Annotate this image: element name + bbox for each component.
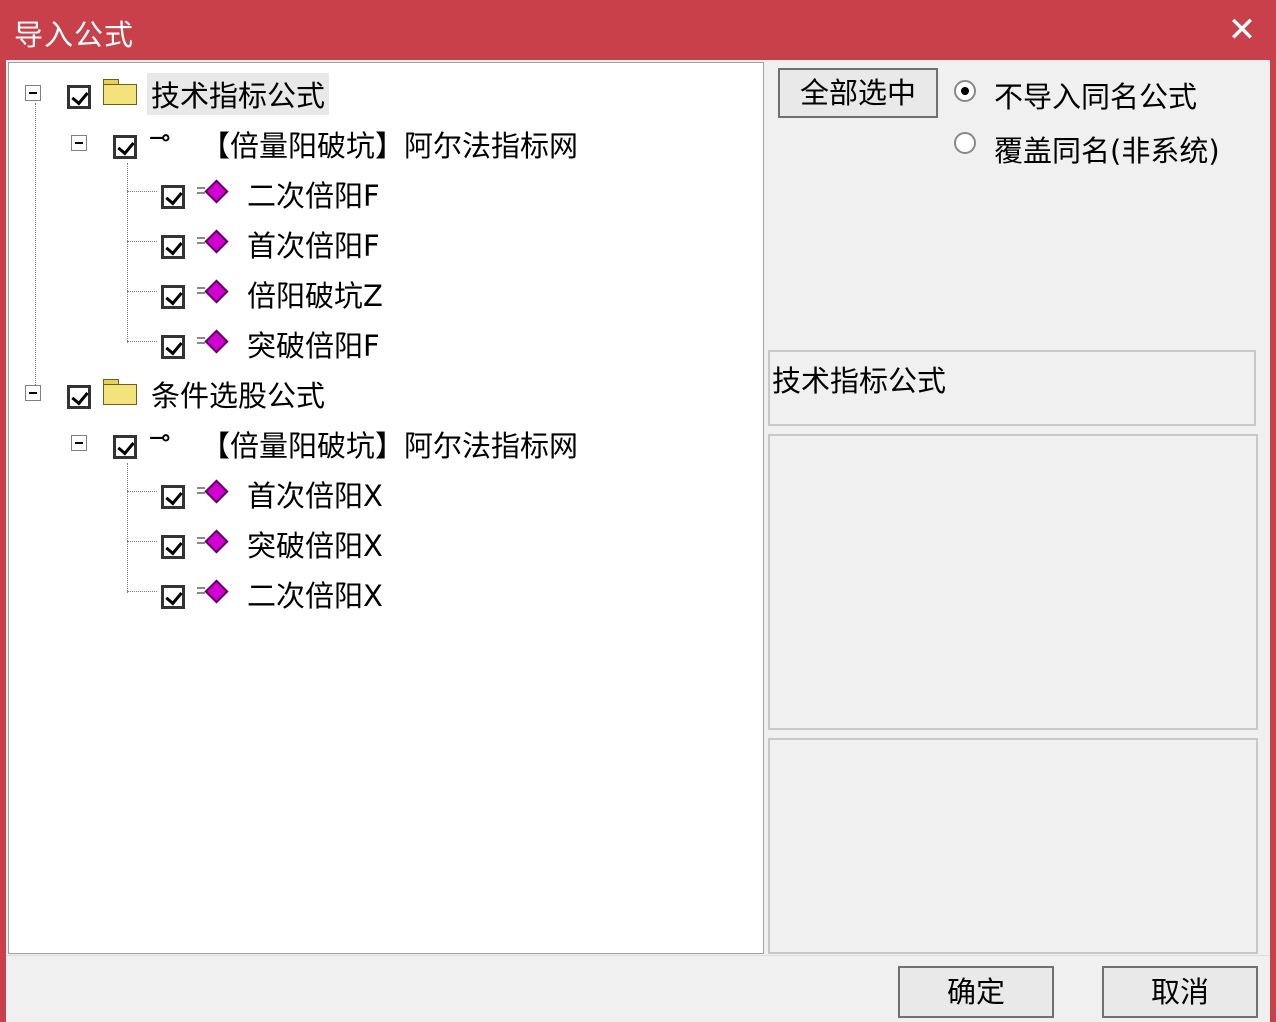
window-title: 导入公式 bbox=[14, 18, 135, 52]
formula-label: 突破倍阳F bbox=[247, 329, 380, 363]
radio-no-import-label[interactable]: 不导入同名公式 bbox=[994, 74, 1197, 116]
tree-node-package[interactable]: ⊸ 【倍量阳破坑】阿尔法指标网 bbox=[9, 115, 749, 165]
tree-node-formula[interactable]: 首次倍阳X bbox=[9, 465, 749, 515]
formula-label: 倍阳破坑Z bbox=[247, 279, 383, 313]
window-border-left bbox=[0, 0, 6, 1022]
ok-button[interactable]: 确定 bbox=[898, 966, 1054, 1018]
category-info-panel: 技术指标公式 bbox=[768, 350, 1256, 426]
tree-node-formula[interactable]: 倍阳破坑Z bbox=[9, 265, 749, 315]
formula-checkbox[interactable] bbox=[161, 585, 185, 609]
formula-gem-icon bbox=[197, 529, 229, 554]
key-icon: ⊸ bbox=[149, 423, 171, 453]
import-formula-dialog: 导入公式 ✕ 技术指标公式 ⊸ 【倍量阳破坑】阿尔法指标网 二次倍阳F 首次倍阳… bbox=[0, 0, 1276, 1022]
formula-checkbox[interactable] bbox=[161, 235, 185, 259]
formula-label: 二次倍阳X bbox=[247, 579, 383, 613]
formula-gem-icon bbox=[197, 479, 229, 504]
radio-no-import[interactable] bbox=[954, 80, 976, 102]
title-bar[interactable]: 导入公式 ✕ bbox=[0, 0, 1276, 60]
radio-overwrite[interactable] bbox=[954, 132, 976, 154]
group-checkbox[interactable] bbox=[67, 385, 91, 409]
package-checkbox[interactable] bbox=[113, 135, 137, 159]
group-label: 技术指标公式 bbox=[147, 73, 330, 115]
folder-icon bbox=[103, 379, 137, 405]
formula-checkbox[interactable] bbox=[161, 335, 185, 359]
radio-overwrite-label[interactable]: 覆盖同名(非系统) bbox=[994, 128, 1220, 170]
formula-tree[interactable]: 技术指标公式 ⊸ 【倍量阳破坑】阿尔法指标网 二次倍阳F 首次倍阳F 倍阳破坑Z… bbox=[8, 62, 764, 954]
tree-node-formula[interactable]: 二次倍阳F bbox=[9, 165, 749, 215]
package-checkbox[interactable] bbox=[113, 435, 137, 459]
folder-icon bbox=[103, 79, 137, 105]
group-label: 条件选股公式 bbox=[151, 379, 326, 413]
tree-node-formula[interactable]: 突破倍阳F bbox=[9, 315, 749, 365]
formula-label: 首次倍阳X bbox=[247, 479, 383, 513]
formula-checkbox[interactable] bbox=[161, 485, 185, 509]
detail-panel[interactable] bbox=[768, 738, 1258, 954]
formula-label: 首次倍阳F bbox=[247, 229, 380, 263]
tree-node-formula[interactable]: 首次倍阳F bbox=[9, 215, 749, 265]
select-all-button[interactable]: 全部选中 bbox=[778, 68, 938, 118]
formula-gem-icon bbox=[197, 179, 229, 204]
window-border-right bbox=[1270, 0, 1276, 1022]
formula-gem-icon bbox=[197, 229, 229, 254]
collapse-box-icon[interactable] bbox=[25, 385, 41, 401]
formula-checkbox[interactable] bbox=[161, 535, 185, 559]
formula-label: 突破倍阳X bbox=[247, 529, 383, 563]
category-info-text: 技术指标公式 bbox=[772, 364, 947, 398]
formula-gem-icon bbox=[197, 329, 229, 354]
close-icon[interactable]: ✕ bbox=[1222, 10, 1262, 50]
tree-node-formula[interactable]: 二次倍阳X bbox=[9, 565, 749, 615]
formula-gem-icon bbox=[197, 579, 229, 604]
cancel-button[interactable]: 取消 bbox=[1102, 966, 1258, 1018]
collapse-box-icon[interactable] bbox=[71, 435, 87, 451]
group-checkbox[interactable] bbox=[67, 85, 91, 109]
tree-node-group[interactable]: 技术指标公式 bbox=[9, 65, 749, 115]
formula-label: 二次倍阳F bbox=[247, 179, 380, 213]
key-icon: ⊸ bbox=[149, 123, 171, 153]
package-label: 【倍量阳破坑】阿尔法指标网 bbox=[201, 429, 579, 463]
footer-divider bbox=[6, 955, 1270, 956]
formula-checkbox[interactable] bbox=[161, 285, 185, 309]
description-panel[interactable] bbox=[768, 434, 1258, 730]
collapse-box-icon[interactable] bbox=[25, 85, 41, 101]
package-label: 【倍量阳破坑】阿尔法指标网 bbox=[201, 129, 579, 163]
formula-gem-icon bbox=[197, 279, 229, 304]
tree-node-formula[interactable]: 突破倍阳X bbox=[9, 515, 749, 565]
formula-checkbox[interactable] bbox=[161, 185, 185, 209]
collapse-box-icon[interactable] bbox=[71, 135, 87, 151]
tree-node-group[interactable]: 条件选股公式 bbox=[9, 365, 749, 415]
tree-node-package[interactable]: ⊸ 【倍量阳破坑】阿尔法指标网 bbox=[9, 415, 749, 465]
